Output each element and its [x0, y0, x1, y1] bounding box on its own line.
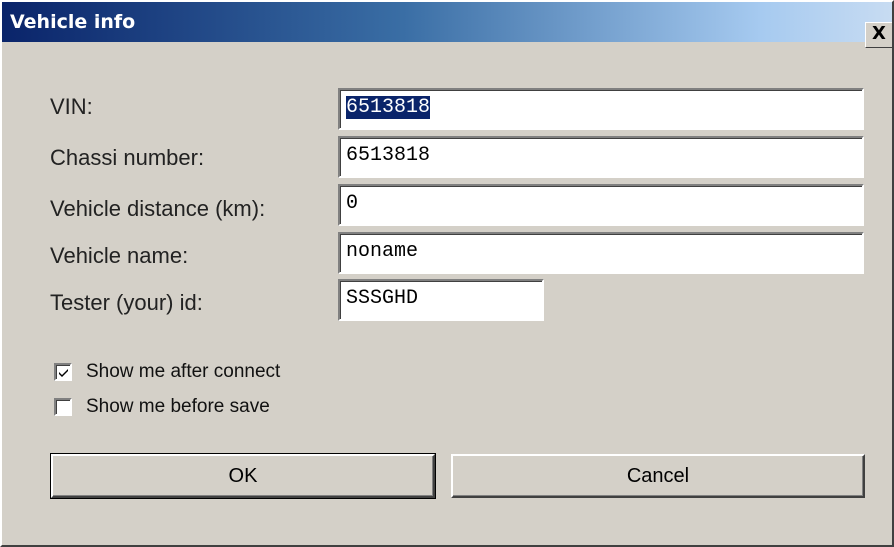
vehicle-distance-label: Vehicle distance (km): — [50, 196, 266, 221]
show-after-connect-label[interactable]: Show me after connect — [86, 361, 280, 383]
vehicle-info-dialog: Vehicle info X VIN: 6513818 Chassi numbe… — [0, 0, 894, 547]
show-before-save-checkbox[interactable] — [54, 398, 72, 416]
tester-id-field[interactable]: SSSGHD — [338, 279, 544, 321]
vehicle-name-label: Vehicle name: — [50, 243, 189, 268]
vin-label: VIN: — [50, 94, 93, 119]
dialog-title: Vehicle info — [10, 11, 136, 33]
close-button[interactable]: X — [865, 22, 892, 48]
checkmark-icon — [59, 369, 68, 377]
vin-field[interactable]: 6513818 — [338, 88, 864, 130]
cancel-button[interactable]: Cancel — [451, 454, 865, 498]
title-bar[interactable]: Vehicle info — [2, 2, 892, 42]
chassi-number-label: Chassi number: — [50, 145, 205, 170]
chassi-number-field[interactable]: 6513818 — [338, 136, 864, 178]
show-before-save-label[interactable]: Show me before save — [86, 396, 270, 418]
show-after-connect-checkbox[interactable] — [54, 363, 72, 381]
vehicle-distance-field[interactable]: 0 — [338, 184, 864, 226]
tester-id-label: Tester (your) id: — [50, 290, 203, 315]
vehicle-name-field[interactable]: noname — [338, 232, 864, 274]
ok-button[interactable]: OK — [50, 453, 436, 499]
vin-value: 6513818 — [346, 96, 431, 119]
